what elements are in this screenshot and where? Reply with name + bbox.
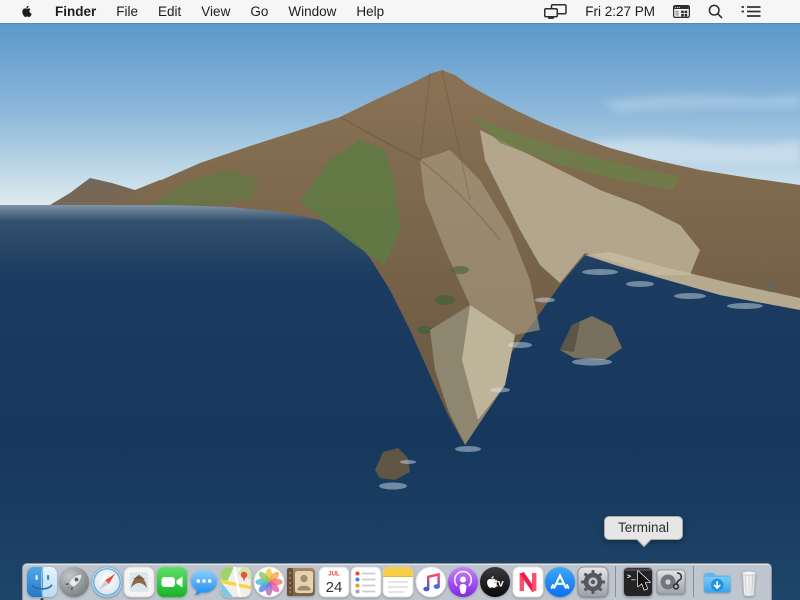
dock-divider	[693, 566, 695, 597]
dock-item-messages[interactable]	[188, 566, 220, 598]
menu-clock[interactable]: Fri 2:27 PM	[576, 4, 664, 19]
screen-mirroring-menu-extra[interactable]	[535, 0, 576, 23]
dock-item-safari[interactable]	[91, 566, 123, 598]
diskutility-icon	[656, 569, 686, 595]
svg-text:tv: tv	[495, 578, 504, 590]
facetime-icon	[156, 567, 187, 597]
dock-item-downloads[interactable]	[701, 566, 733, 598]
dock-item-calendar[interactable]: JUL 24	[318, 566, 350, 598]
menu-finder[interactable]: Finder	[45, 0, 106, 23]
menu-file[interactable]: File	[106, 0, 148, 23]
trash-icon	[741, 571, 757, 597]
settings-icon	[577, 566, 609, 598]
podcasts-icon	[448, 567, 479, 597]
safari-icon	[91, 566, 123, 598]
menu-view[interactable]: View	[191, 0, 240, 23]
reminders-icon	[350, 566, 382, 598]
tv-icon: tv	[480, 567, 511, 597]
dock-item-trash[interactable]	[733, 566, 765, 598]
screen-mirroring-icon	[544, 4, 567, 19]
keyboard-viewer-icon	[673, 5, 690, 18]
menu-window[interactable]: Window	[278, 0, 346, 23]
apple-menu[interactable]	[8, 0, 45, 23]
notes-icon	[382, 566, 414, 598]
dock-item-appstore[interactable]	[544, 566, 576, 598]
messages-icon	[190, 569, 217, 595]
calendar-icon: JUL 24	[318, 566, 350, 598]
desktop: Finder File Edit View Go Window Help Fri 2:27 …	[0, 0, 800, 600]
terminal-icon: >_	[623, 567, 654, 597]
svg-text:JUL: JUL	[328, 571, 340, 578]
appstore-icon	[545, 567, 576, 597]
dock-item-launchpad[interactable]	[58, 566, 90, 598]
dock-item-tv[interactable]: tv	[479, 566, 511, 598]
contacts-icon	[287, 568, 316, 596]
dock-item-music[interactable]	[415, 566, 447, 598]
menu-help[interactable]: Help	[346, 0, 394, 23]
dock-item-podcasts[interactable]	[447, 566, 479, 598]
menu-edit[interactable]: Edit	[148, 0, 191, 23]
dock-tooltip: Terminal	[604, 516, 684, 547]
notification-list-icon	[741, 6, 761, 17]
notification-center-menu-extra[interactable]	[732, 0, 770, 23]
desktop-wallpaper[interactable]	[0, 0, 800, 600]
dock: JUL 24 tv >_	[22, 563, 772, 600]
music-icon	[415, 566, 447, 598]
dock-item-mail[interactable]	[123, 566, 155, 598]
dock-item-photos[interactable]	[253, 566, 285, 598]
dock-item-news[interactable]	[512, 566, 544, 598]
dock-divider	[615, 566, 617, 597]
apple-logo-icon	[22, 5, 32, 17]
spotlight-search-icon	[708, 4, 723, 19]
dock-item-terminal[interactable]: >_	[622, 566, 654, 598]
dock-item-settings[interactable]	[577, 566, 609, 598]
keyboard-viewer-menu-extra[interactable]	[664, 0, 699, 23]
news-icon	[512, 566, 544, 598]
downloads-icon	[703, 573, 731, 593]
dock-item-diskutility[interactable]	[655, 566, 687, 598]
dock-item-notes[interactable]	[382, 566, 414, 598]
launchpad-icon	[59, 567, 90, 597]
menubar: Finder File Edit View Go Window Help Fri 2:27 …	[0, 0, 800, 23]
dock-item-finder[interactable]	[26, 566, 58, 600]
dock-item-maps[interactable]	[220, 566, 252, 598]
dock-item-reminders[interactable]	[350, 566, 382, 598]
spotlight-menu-extra[interactable]	[699, 0, 732, 23]
svg-text:>_: >_	[627, 573, 636, 581]
maps-icon	[220, 566, 252, 598]
dock-item-facetime[interactable]	[156, 566, 188, 598]
svg-text:24: 24	[325, 579, 342, 596]
dock-item-contacts[interactable]	[285, 566, 317, 598]
mail-icon	[123, 566, 155, 598]
photos-icon	[253, 566, 285, 598]
menu-go[interactable]: Go	[240, 0, 278, 23]
finder-icon	[27, 566, 57, 598]
